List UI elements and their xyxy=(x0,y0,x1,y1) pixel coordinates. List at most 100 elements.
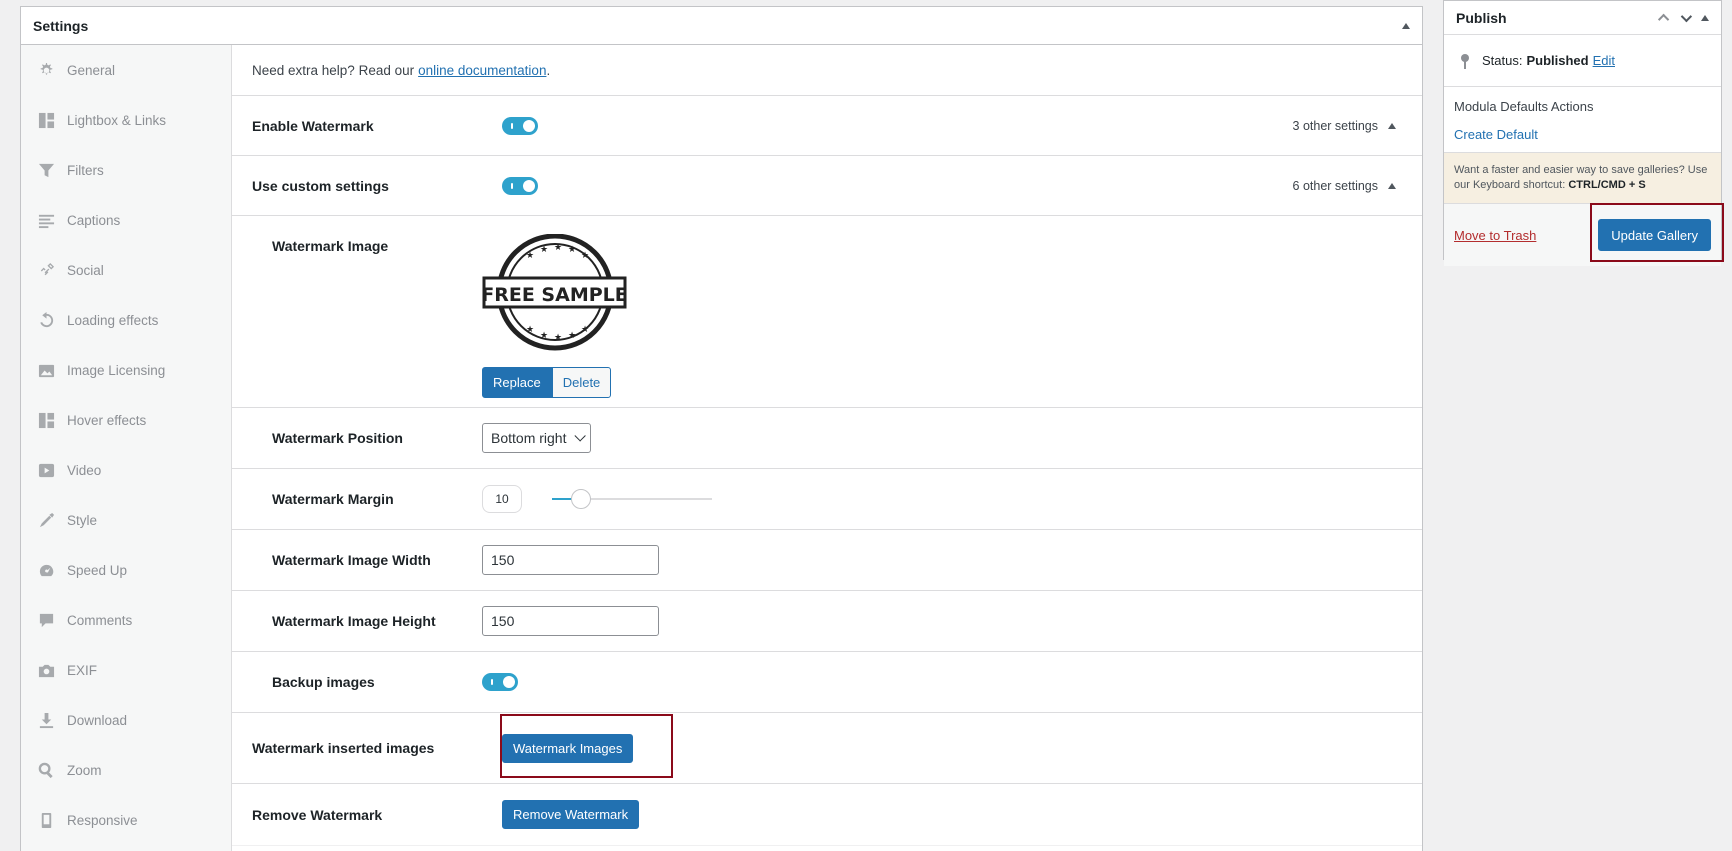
enable-watermark-other-settings[interactable]: 3 other settings xyxy=(1293,119,1396,133)
captions-icon xyxy=(37,211,55,229)
status-row: Status: Published Edit xyxy=(1444,35,1721,87)
svg-text:★: ★ xyxy=(568,245,576,255)
tab-exif[interactable]: EXIF xyxy=(21,645,231,695)
tip-shortcut: CTRL/CMD + S xyxy=(1568,179,1646,191)
image-icon xyxy=(37,361,55,379)
delete-image-button[interactable]: Delete xyxy=(551,367,612,398)
chevron-down-icon xyxy=(574,430,587,442)
watermark-width-input[interactable]: 150 xyxy=(482,545,659,575)
tab-social[interactable]: Social xyxy=(21,245,231,295)
watermark-margin-slider[interactable] xyxy=(552,489,712,509)
download-icon xyxy=(37,711,55,729)
remove-watermark-label: Remove Watermark xyxy=(252,806,383,823)
help-row: Need extra help? Read our online documen… xyxy=(232,45,1422,96)
camera-icon xyxy=(37,661,55,679)
highlight-box xyxy=(500,714,673,778)
watermark-height-input[interactable]: 150 xyxy=(482,606,659,636)
slider-thumb[interactable] xyxy=(570,489,591,509)
tab-label: Hover effects xyxy=(67,412,147,428)
tab-label: Social xyxy=(67,262,104,278)
publish-title: Publish xyxy=(1456,9,1507,26)
move-up-icon[interactable] xyxy=(1657,13,1670,25)
tab-speed-up[interactable]: Speed Up xyxy=(21,545,231,595)
tab-download[interactable]: Download xyxy=(21,695,231,745)
tab-comments[interactable]: Comments xyxy=(21,595,231,645)
watermark-inserted-label: Watermark inserted images xyxy=(252,740,435,756)
create-default-link[interactable]: Create Default xyxy=(1454,127,1538,142)
other-settings-text: 6 other settings xyxy=(1292,178,1378,193)
backup-images-toggle[interactable] xyxy=(482,673,518,691)
defaults-title: Modula Defaults Actions xyxy=(1454,99,1594,114)
tab-label: Loading effects xyxy=(67,312,159,328)
svg-text:★: ★ xyxy=(540,331,548,341)
tab-filters[interactable]: Filters xyxy=(21,145,231,195)
tab-lightbox-links[interactable]: Lightbox & Links xyxy=(21,95,231,145)
tab-style[interactable]: Style xyxy=(21,495,231,545)
other-settings-text: 3 other settings xyxy=(1292,118,1378,133)
tab-label: Style xyxy=(67,512,98,528)
collapse-toggle-icon[interactable] xyxy=(1701,14,1709,21)
watermark-margin-input[interactable]: 10 xyxy=(482,485,522,513)
svg-text:★: ★ xyxy=(526,325,534,335)
collapse-toggle-icon[interactable] xyxy=(1402,22,1410,29)
use-custom-settings-label: Use custom settings xyxy=(252,177,389,194)
svg-text:★: ★ xyxy=(554,333,562,343)
expand-up-icon xyxy=(1388,122,1396,129)
svg-text:★: ★ xyxy=(526,251,534,261)
publish-header: Publish xyxy=(1444,1,1721,35)
watermark-width-row: Watermark Image Width 150 xyxy=(232,530,1422,591)
settings-content: Need extra help? Read our online documen… xyxy=(232,45,1422,851)
use-custom-other-settings[interactable]: 6 other settings xyxy=(1293,179,1396,193)
publish-panel: Publish Status: Published Edit Modula De… xyxy=(1443,0,1724,266)
svg-text:★: ★ xyxy=(540,245,548,255)
filter-icon xyxy=(37,161,55,179)
remove-watermark-button[interactable]: Remove Watermark xyxy=(502,800,640,829)
move-down-icon[interactable] xyxy=(1680,10,1693,22)
tab-label: General xyxy=(67,62,116,78)
tab-label: Download xyxy=(67,712,128,728)
gear-icon xyxy=(37,61,55,79)
tab-video[interactable]: Video xyxy=(21,445,231,495)
watermark-image-row: Watermark Image ★ ★ ★ ★ ★ ★ ★ ★ ★ ★ FREE SAMPL… xyxy=(232,216,1422,408)
publish-actions: Move to Trash Update Gallery xyxy=(1444,203,1724,266)
tab-label: Responsive xyxy=(67,812,138,828)
help-text: Need extra help? Read our xyxy=(252,62,415,78)
tab-image-licensing[interactable]: Image Licensing xyxy=(21,345,231,395)
svg-text:★: ★ xyxy=(581,251,589,261)
selected-position: Bottom right xyxy=(491,430,567,446)
tab-label: Captions xyxy=(67,212,121,228)
use-custom-settings-toggle[interactable] xyxy=(502,176,538,195)
tab-zoom[interactable]: Zoom xyxy=(21,745,231,795)
brush-icon xyxy=(37,511,55,529)
settings-header[interactable]: Settings xyxy=(21,7,1422,45)
watermark-width-label: Watermark Image Width xyxy=(272,552,431,568)
edit-status-link[interactable]: Edit xyxy=(1593,53,1615,68)
comment-icon xyxy=(37,611,55,629)
watermark-margin-label: Watermark Margin xyxy=(272,491,394,507)
online-documentation-link[interactable]: online documentation xyxy=(418,63,546,78)
watermark-inserted-row: Watermark inserted images Watermark Imag… xyxy=(232,713,1422,784)
replace-image-button[interactable]: Replace xyxy=(482,367,552,398)
tab-captions[interactable]: Captions xyxy=(21,195,231,245)
enable-watermark-toggle[interactable] xyxy=(502,116,538,135)
watermark-height-label: Watermark Image Height xyxy=(272,613,436,629)
backup-images-label: Backup images xyxy=(272,674,375,690)
enable-watermark-label: Enable Watermark xyxy=(252,117,374,134)
refresh-icon xyxy=(37,311,55,329)
grid-icon xyxy=(37,111,55,129)
tab-general[interactable]: General xyxy=(21,45,231,95)
svg-text:★: ★ xyxy=(554,243,562,253)
svg-text:FREE SAMPLE: FREE SAMPLE xyxy=(482,284,627,306)
move-to-trash-link[interactable]: Move to Trash xyxy=(1454,228,1536,243)
svg-text:★: ★ xyxy=(568,331,576,341)
highlight-box xyxy=(1590,203,1724,262)
tab-label: EXIF xyxy=(67,662,98,678)
shortcut-tip: Want a faster and easier way to save gal… xyxy=(1444,153,1721,204)
tab-hover-effects[interactable]: Hover effects xyxy=(21,395,231,445)
watermark-position-label: Watermark Position xyxy=(272,430,403,446)
tab-responsive[interactable]: Responsive xyxy=(21,795,231,845)
tab-label: Zoom xyxy=(67,762,102,778)
tab-loading-effects[interactable]: Loading effects xyxy=(21,295,231,345)
tab-label: Video xyxy=(67,462,102,478)
watermark-position-select[interactable]: Bottom right xyxy=(482,423,592,453)
